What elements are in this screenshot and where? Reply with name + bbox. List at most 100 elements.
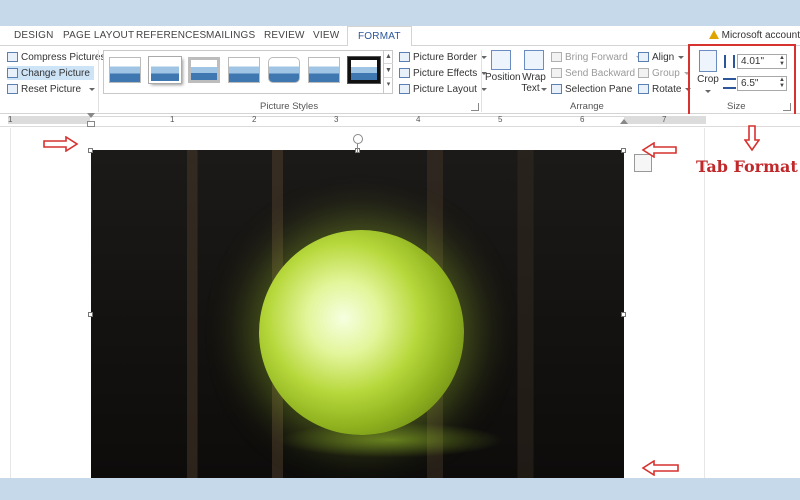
compress-pictures-button[interactable]: Compress Pictures xyxy=(7,50,105,64)
indent-marker[interactable] xyxy=(87,113,95,118)
ruler-number: 7 xyxy=(662,115,667,124)
tab-mailings[interactable]: MAILINGS xyxy=(206,30,255,41)
picture-style-6[interactable] xyxy=(308,57,340,83)
picture-effects-icon xyxy=(399,68,410,78)
gallery-more-icon[interactable]: ▾ xyxy=(384,78,393,92)
change-picture-icon xyxy=(7,68,18,78)
resize-handle[interactable] xyxy=(88,312,93,317)
picture-layout-icon xyxy=(399,84,410,94)
tab-view[interactable]: VIEW xyxy=(313,30,339,41)
ruler-number: 2 xyxy=(252,115,257,124)
tab-review[interactable]: REVIEW xyxy=(264,30,305,41)
align-label: Align xyxy=(652,51,675,63)
group-icon xyxy=(638,68,649,78)
right-indent-marker[interactable] xyxy=(620,119,628,124)
account-label: Microsoft account xyxy=(721,30,800,41)
ruler-number: 1 xyxy=(170,115,175,124)
rotate-handle[interactable] xyxy=(353,134,363,144)
bring-forward-button[interactable]: Bring Forward xyxy=(551,50,642,64)
ruler-number: 1 xyxy=(8,115,13,124)
bring-forward-icon xyxy=(551,52,562,62)
picture-border-label: Picture Border xyxy=(413,51,477,63)
picture-styles-gallery[interactable] xyxy=(103,50,393,94)
ruler-left-margin xyxy=(8,116,90,124)
align-button[interactable]: Align xyxy=(638,50,685,64)
gallery-down-icon[interactable]: ▼ xyxy=(384,64,393,78)
horizontal-ruler: 1 1 2 3 4 5 6 7 xyxy=(0,113,800,127)
wrap-text-icon xyxy=(524,50,544,70)
ruler-number: 4 xyxy=(416,115,421,124)
position-button[interactable]: Position xyxy=(485,50,521,83)
selection-pane-icon xyxy=(551,84,562,94)
group-divider xyxy=(481,50,482,112)
account-area[interactable]: Microsoft account xyxy=(708,30,800,41)
resize-handle[interactable] xyxy=(88,148,93,153)
picture-style-3[interactable] xyxy=(188,57,220,83)
bottom-background-strip xyxy=(0,478,800,500)
selection-pane-label: Selection Pane xyxy=(565,83,633,95)
picture-layout-label: Picture Layout xyxy=(413,83,477,95)
bring-forward-label: Bring Forward xyxy=(565,51,628,63)
position-label: Position xyxy=(485,72,521,83)
warning-icon xyxy=(708,30,719,39)
resize-handle[interactable] xyxy=(621,312,626,317)
gallery-scroll[interactable]: ▲ ▼ ▾ xyxy=(383,50,393,94)
align-icon xyxy=(638,52,649,62)
change-picture-button[interactable]: Change Picture xyxy=(7,66,94,80)
picture-style-5[interactable] xyxy=(268,57,300,83)
wrap-text-label-2: Text xyxy=(521,83,540,94)
left-arrow-icon xyxy=(641,142,677,158)
picture-style-7[interactable] xyxy=(347,56,381,84)
change-picture-label: Change Picture xyxy=(21,67,90,79)
picture-style-1[interactable] xyxy=(109,57,141,83)
send-backward-icon xyxy=(551,68,562,78)
tab-design[interactable]: DESIGN xyxy=(14,30,54,41)
ribbon-tab-bar: DESIGN PAGE LAYOUT REFERENCES MAILINGS R… xyxy=(0,26,800,47)
chevron-down-icon xyxy=(89,87,96,91)
chevron-down-icon xyxy=(540,88,547,91)
reset-picture-label: Reset Picture xyxy=(21,83,82,95)
top-background-strip xyxy=(0,0,800,26)
group-button[interactable]: Group xyxy=(638,66,690,80)
ruler-number: 6 xyxy=(580,115,585,124)
resize-handle[interactable] xyxy=(621,148,626,153)
dialog-launcher-icon[interactable] xyxy=(471,103,479,111)
wrap-text-button[interactable]: Wrap Text xyxy=(520,50,548,94)
ruler-number: 3 xyxy=(334,115,339,124)
position-icon xyxy=(491,50,511,70)
gallery-up-icon[interactable]: ▲ xyxy=(384,50,393,64)
size-group-highlight-box xyxy=(688,44,796,120)
group-label: Group xyxy=(652,67,680,79)
picture-effects-button[interactable]: Picture Effects xyxy=(399,66,488,80)
rotate-icon xyxy=(638,84,649,94)
picture-border-button[interactable]: Picture Border xyxy=(399,50,487,64)
chevron-down-icon xyxy=(678,55,685,59)
down-arrow-icon xyxy=(744,125,760,152)
compress-pictures-label: Compress Pictures xyxy=(21,51,106,63)
reset-picture-icon xyxy=(7,84,18,94)
tab-references[interactable]: REFERENCES xyxy=(136,30,206,41)
tab-format[interactable]: FORMAT xyxy=(347,26,412,47)
picture-border-icon xyxy=(399,52,410,62)
indent-marker[interactable] xyxy=(87,121,95,127)
right-arrow-icon xyxy=(43,136,79,152)
ruler-number: 5 xyxy=(498,115,503,124)
reset-picture-button[interactable]: Reset Picture xyxy=(7,82,96,96)
rotate-label: Rotate xyxy=(652,83,682,95)
rotate-button[interactable]: Rotate xyxy=(638,82,692,96)
picture-effects-label: Picture Effects xyxy=(413,67,478,79)
left-arrow-icon xyxy=(641,460,679,476)
selection-pane-button[interactable]: Selection Pane xyxy=(551,82,632,96)
picture-style-4[interactable] xyxy=(228,57,260,83)
selected-picture[interactable] xyxy=(91,150,624,478)
send-backward-button[interactable]: Send Backward xyxy=(551,66,646,80)
picture-layout-button[interactable]: Picture Layout xyxy=(399,82,487,96)
group-divider xyxy=(98,50,99,112)
picture-style-2[interactable] xyxy=(149,57,181,83)
ribbon: Compress Pictures Change Picture Reset P… xyxy=(0,46,800,114)
picture-styles-group-label: Picture Styles xyxy=(260,101,319,112)
tab-page-layout[interactable]: PAGE LAYOUT xyxy=(63,30,134,41)
compress-icon xyxy=(7,52,18,62)
arrange-group-label: Arrange xyxy=(570,101,604,112)
send-backward-label: Send Backward xyxy=(565,67,636,79)
